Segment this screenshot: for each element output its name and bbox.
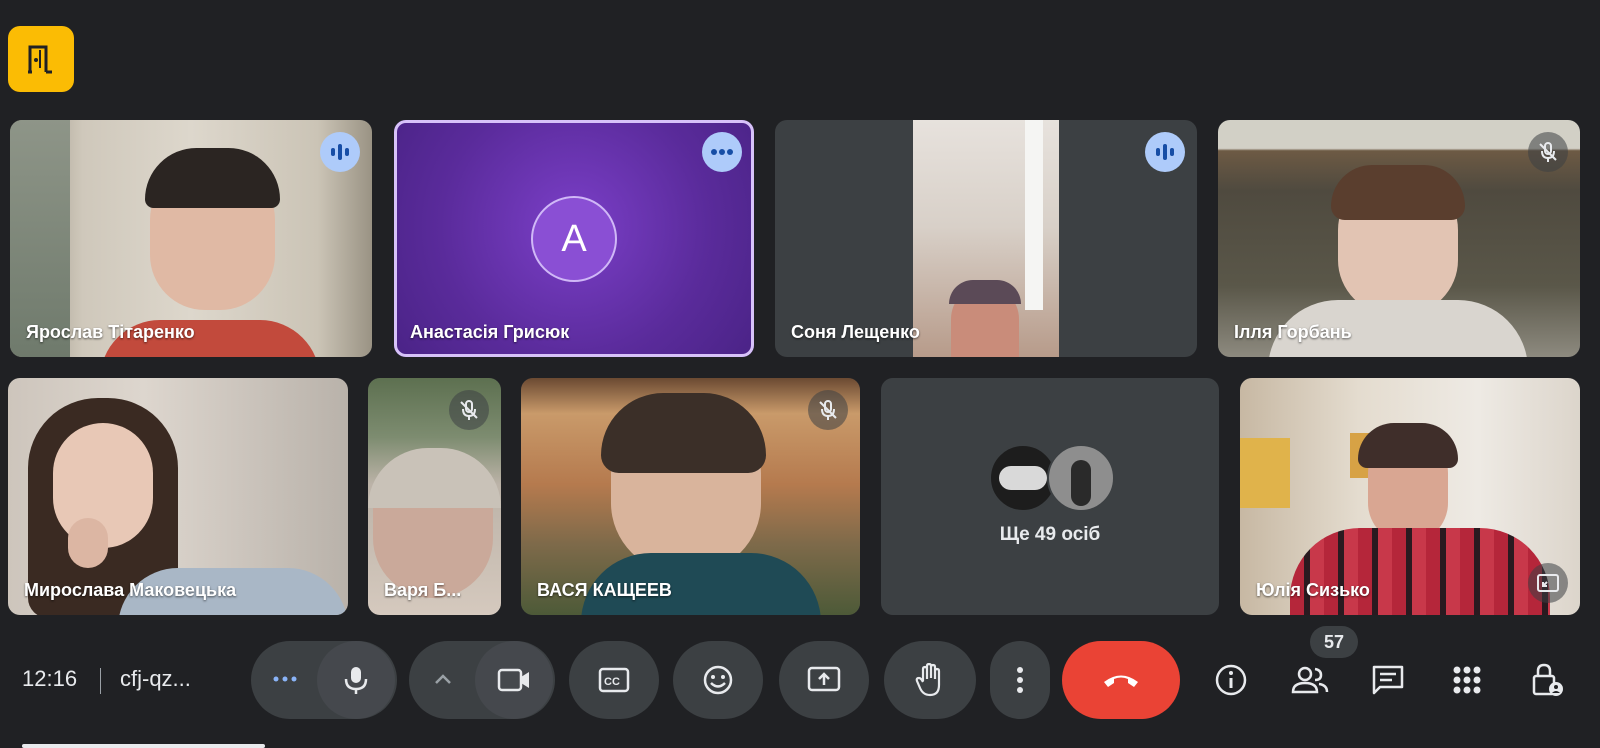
participant-name: Варя Б... bbox=[384, 580, 462, 600]
video-options-button[interactable] bbox=[429, 667, 457, 691]
participant-tile[interactable]: ВАСЯ КАЩЕЕВ bbox=[521, 378, 860, 615]
others-avatar bbox=[1047, 444, 1115, 512]
mic-off-icon bbox=[819, 400, 837, 420]
chat-icon bbox=[1372, 665, 1404, 695]
participant-name: Мирослава Маковецька bbox=[24, 580, 237, 600]
participant-tile[interactable]: Юлія Сизько bbox=[1240, 378, 1580, 615]
captions-icon: CC bbox=[598, 667, 630, 693]
muted-indicator bbox=[1528, 132, 1568, 172]
camera-group bbox=[409, 641, 555, 719]
host-controls-button[interactable] bbox=[1522, 656, 1572, 704]
mic-off-icon bbox=[460, 400, 478, 420]
breakout-rooms-button[interactable] bbox=[8, 26, 74, 92]
participant-tile[interactable]: Варя Б... bbox=[368, 378, 501, 615]
raise-hand-button[interactable] bbox=[884, 641, 976, 719]
hand-icon bbox=[915, 663, 941, 697]
reactions-button[interactable] bbox=[673, 641, 763, 719]
activities-button[interactable] bbox=[1442, 656, 1492, 704]
participant-tile[interactable]: Соня Лещенко bbox=[775, 120, 1197, 357]
leave-call-button[interactable] bbox=[1062, 641, 1180, 719]
more-options-button[interactable] bbox=[702, 132, 742, 172]
chevron-up-icon bbox=[435, 674, 451, 684]
people-button[interactable] bbox=[1285, 656, 1335, 704]
more-options-button[interactable] bbox=[990, 641, 1050, 719]
svg-text:CC: CC bbox=[604, 676, 620, 688]
present-button[interactable] bbox=[779, 641, 869, 719]
meeting-code[interactable]: cfj-qz... bbox=[120, 666, 191, 692]
divider bbox=[100, 668, 101, 694]
more-dots-icon bbox=[711, 149, 733, 155]
participant-name: Соня Лещенко bbox=[791, 322, 920, 342]
participant-name: Ілля Горбань bbox=[1234, 322, 1352, 342]
captions-button[interactable]: CC bbox=[569, 641, 659, 719]
present-icon bbox=[807, 666, 841, 692]
meeting-details-button[interactable] bbox=[1206, 656, 1256, 704]
hangup-icon bbox=[1104, 675, 1138, 687]
others-tile[interactable]: Ще 49 осіб bbox=[881, 378, 1219, 615]
mic-group bbox=[251, 641, 397, 719]
mic-off-icon bbox=[1539, 142, 1557, 162]
chat-button[interactable] bbox=[1363, 656, 1413, 704]
participant-tile[interactable]: Ілля Горбань bbox=[1218, 120, 1580, 357]
participant-name: Ярослав Тітаренко bbox=[26, 322, 195, 342]
more-dots-icon bbox=[273, 676, 297, 682]
mic-icon bbox=[344, 667, 368, 694]
door-icon bbox=[28, 45, 52, 74]
others-label: Ще 49 осіб bbox=[999, 524, 1101, 545]
speaking-indicator bbox=[320, 132, 360, 172]
participant-name: Юлія Сизько bbox=[1256, 580, 1370, 600]
muted-indicator bbox=[449, 390, 489, 430]
speaking-indicator bbox=[1145, 132, 1185, 172]
participant-count-badge: 57 bbox=[1310, 626, 1358, 658]
people-icon bbox=[1291, 666, 1329, 694]
fullscreen-button[interactable] bbox=[1528, 563, 1568, 603]
audio-options-button[interactable] bbox=[269, 669, 301, 689]
video-feed bbox=[913, 120, 1059, 357]
speaking-icon bbox=[1156, 144, 1174, 160]
avatar-letter: А bbox=[561, 217, 587, 260]
mic-button[interactable] bbox=[317, 641, 395, 719]
avatar: А bbox=[531, 196, 617, 282]
participant-tile[interactable]: А Анастасія Грисюк bbox=[394, 120, 754, 357]
camera-button[interactable] bbox=[475, 641, 553, 719]
scroll-indicator bbox=[22, 744, 265, 748]
emoji-icon bbox=[703, 665, 733, 695]
host-controls-icon bbox=[1532, 663, 1563, 696]
clock: 12:16 bbox=[22, 666, 78, 691]
info-icon bbox=[1215, 664, 1247, 696]
speaking-icon bbox=[331, 144, 349, 160]
apps-icon bbox=[1453, 666, 1481, 694]
camera-icon bbox=[497, 668, 529, 692]
participant-tile[interactable]: Ярослав Тітаренко bbox=[10, 120, 372, 357]
fullscreen-icon bbox=[1537, 574, 1559, 592]
muted-indicator bbox=[808, 390, 848, 430]
more-vert-icon bbox=[1017, 667, 1023, 693]
participant-tile[interactable]: Мирослава Маковецька bbox=[8, 378, 348, 615]
participant-name: Анастасія Грисюк bbox=[410, 322, 570, 342]
participant-name: ВАСЯ КАЩЕЕВ bbox=[537, 580, 672, 600]
